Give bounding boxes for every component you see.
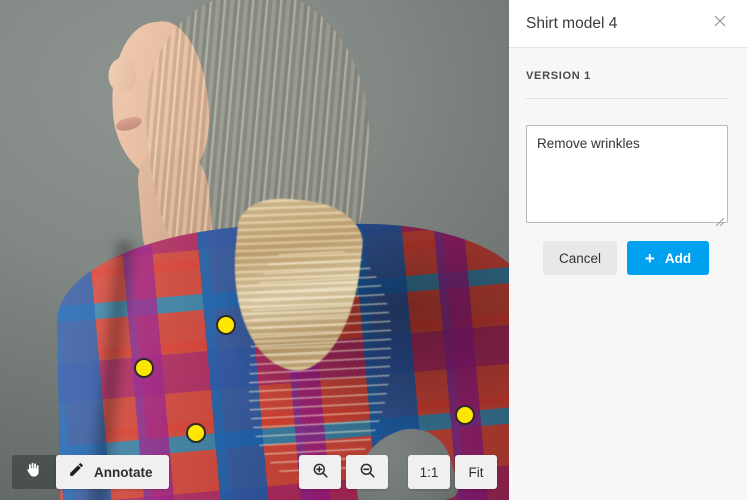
annotation-marker[interactable] [134,358,154,378]
add-button[interactable]: + Add [627,241,709,275]
model-photo [0,0,509,500]
plus-icon: + [644,248,655,268]
scale-button-group: 1:1 Fit [408,455,497,489]
toolbar-right-group: 1:1 Fit [299,455,497,489]
image-viewer[interactable]: Annotate 1:1 Fit [0,0,509,500]
cancel-button[interactable]: Cancel [543,241,617,275]
add-button-label: Add [664,250,692,266]
page-title: Shirt model 4 [526,14,618,32]
close-button[interactable] [707,11,733,37]
annotation-marker[interactable] [455,405,475,425]
actual-size-button[interactable]: 1:1 [408,455,450,489]
annotate-button[interactable]: Annotate [56,455,169,489]
panel-header: Shirt model 4 [509,0,747,48]
zoom-in-button[interactable] [299,455,341,489]
comment-input-wrapper [526,125,728,228]
zoom-in-icon [311,461,330,483]
zoom-out-icon [358,461,377,483]
version-label: VERSION 1 [526,70,591,82]
close-icon [712,13,728,34]
comment-actions: Cancel + Add [526,228,728,275]
annotate-label: Annotate [94,464,153,480]
zoom-button-group [299,455,388,489]
pan-tool-button[interactable] [12,455,56,489]
pencil-icon [68,461,85,483]
annotation-app: Annotate 1:1 Fit Shirt model 4 VERSION 1… [0,0,747,500]
annotation-marker[interactable] [216,315,236,335]
comment-input[interactable] [526,125,728,223]
hand-icon [24,460,44,485]
annotation-panel: Shirt model 4 VERSION 1 Remove wrinkles … [509,0,747,500]
fit-button[interactable]: Fit [455,455,497,489]
annotation-marker[interactable] [186,423,206,443]
comment-area: Cancel + Add [509,99,747,275]
zoom-out-button[interactable] [346,455,388,489]
toolbar-left-group: Annotate [12,455,169,489]
